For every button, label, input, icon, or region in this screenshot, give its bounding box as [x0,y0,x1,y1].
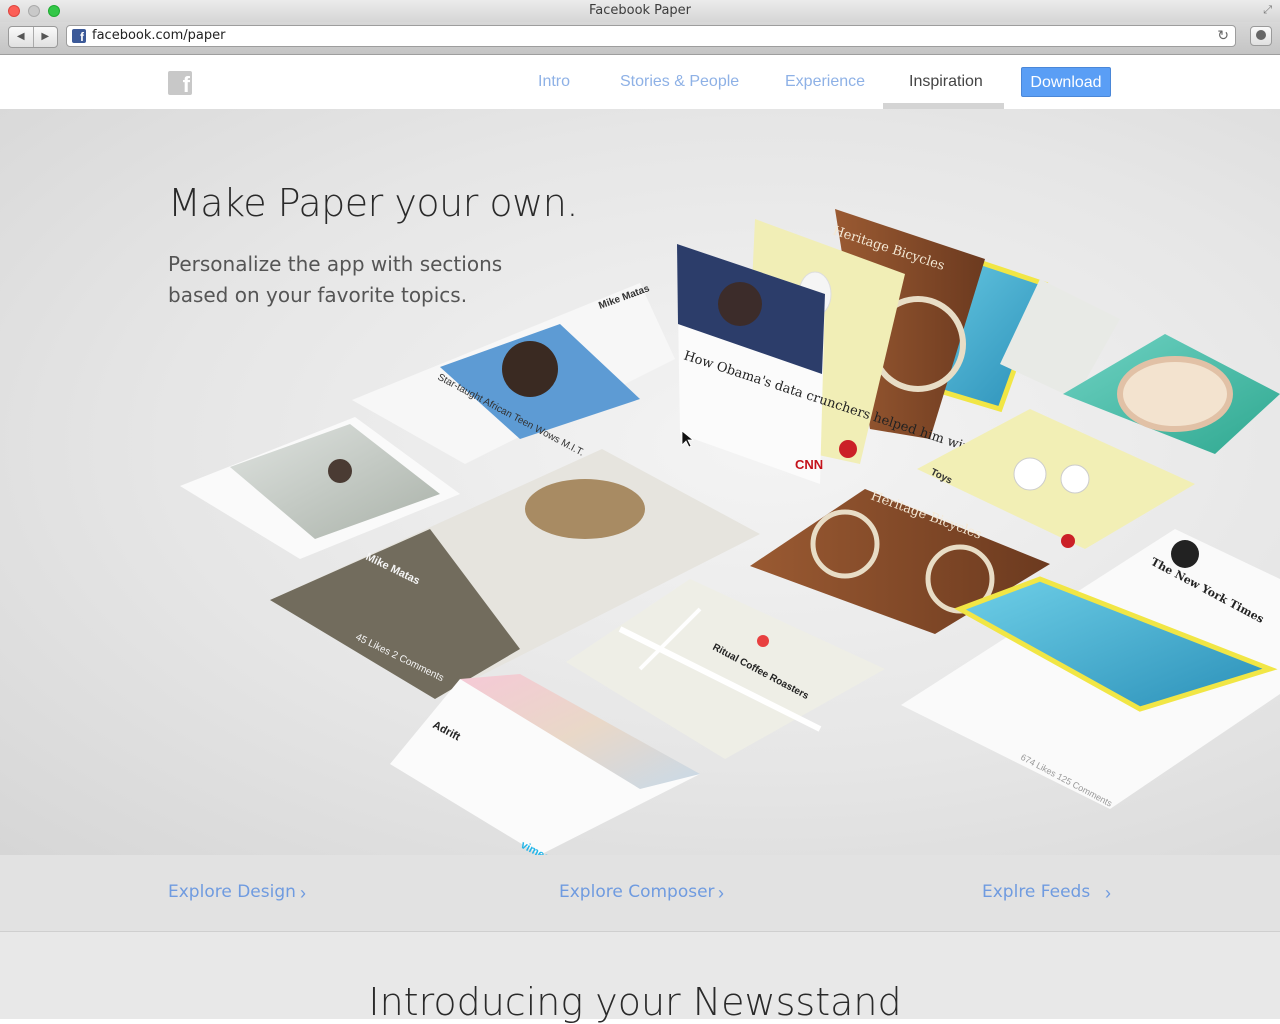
newsstand-title: Introducing your Newsstand [368,980,902,1024]
fullscreen-icon[interactable]: ⤢ [1263,4,1272,17]
forward-button[interactable]: ▶ [34,27,58,47]
hero-section: Make Paper your own. Personalize the app… [0,109,1280,855]
zoom-window-button[interactable] [48,5,60,17]
nav-intro[interactable]: Intro [538,72,570,92]
facebook-favicon-icon: f [72,29,86,44]
nav-stories-people[interactable]: Stories & People [620,72,739,92]
explore-design-link[interactable]: Explore Design [168,881,296,903]
url-text[interactable]: facebook.com/paper [92,28,225,44]
paper-cards-illustration: Heritage Bicycles How Obama's data crunc… [180,209,1280,855]
nav-experience[interactable]: Experience [785,72,865,92]
nav-inspiration[interactable]: Inspiration [909,72,983,92]
card-teen-article: Mike Matas Star-taught African Teen Wows… [352,283,675,464]
back-button[interactable]: ◀ [9,27,34,47]
history-buttons: ◀ ▶ [8,26,58,48]
window-title: Facebook Paper [588,3,692,18]
address-bar[interactable]: f facebook.com/paper ↻ [66,25,1236,47]
download-button[interactable]: Download [1021,67,1111,97]
explore-feeds-link[interactable]: Explre Feeds [982,881,1090,903]
newsstand-section: Introducing your Newsstand [0,932,1280,1024]
chevron-right-icon[interactable]: › [718,882,724,904]
site-header: f Intro Stories & People Experience Insp… [0,55,1280,109]
explore-bar: Explore Design › Explore Composer › Expl… [0,855,1280,932]
facebook-logo-icon[interactable]: f [168,71,192,95]
chevron-right-icon[interactable]: › [300,882,306,904]
minimize-window-button[interactable] [28,5,40,17]
chevron-right-icon[interactable]: › [1105,882,1111,904]
close-window-button[interactable] [8,5,20,17]
browser-toolbar: ◀ ▶ f facebook.com/paper ↻ [0,22,1280,55]
reload-icon[interactable]: ↻ [1217,27,1229,44]
downloads-icon[interactable] [1250,26,1272,46]
cnn-logo-icon: CNN [795,457,823,472]
explore-composer-link[interactable]: Explore Composer [559,881,715,903]
browser-titlebar: Facebook Paper ⤢ [0,0,1280,22]
